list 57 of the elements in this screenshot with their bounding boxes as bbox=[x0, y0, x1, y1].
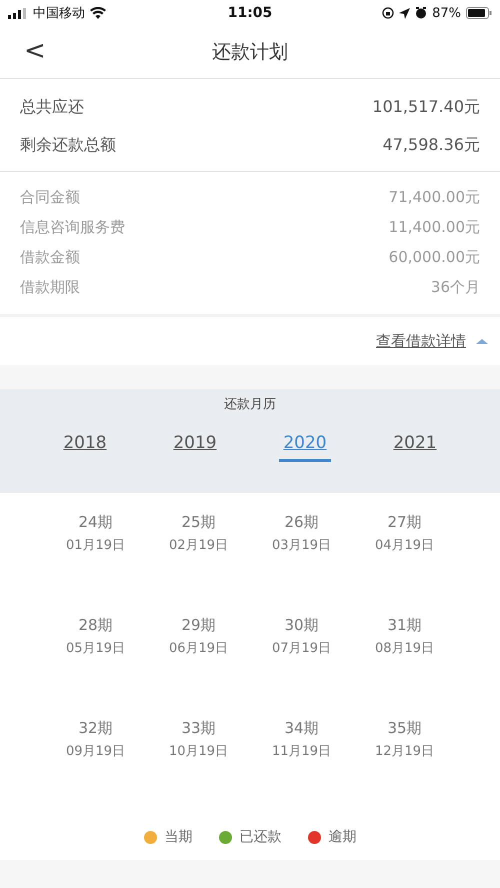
detail-value: 36个月 bbox=[430, 278, 480, 296]
signal-icon bbox=[8, 8, 28, 18]
detail-label: 合同金额 bbox=[20, 188, 80, 206]
summary-label: 剩余还款总额 bbox=[20, 134, 116, 156]
loan-details-link[interactable]: 查看借款详情 bbox=[376, 332, 466, 350]
detail-label: 借款期限 bbox=[20, 278, 80, 296]
detail-value: 11,400.00元 bbox=[388, 218, 480, 236]
legend-label: 当期 bbox=[164, 828, 192, 846]
year-tab[interactable]: 2021 bbox=[389, 431, 441, 462]
installment-date: 08月19日 bbox=[374, 640, 434, 657]
installment-period: 25期 bbox=[181, 513, 216, 532]
installment-period: 28期 bbox=[78, 616, 113, 635]
installment-period: 35期 bbox=[387, 719, 422, 738]
location-icon bbox=[399, 8, 410, 18]
installment-period: 29期 bbox=[181, 616, 216, 635]
installment-date: 04月19日 bbox=[374, 537, 434, 554]
year-tab[interactable]: 2020 bbox=[279, 431, 331, 462]
installment-period: 26期 bbox=[284, 513, 319, 532]
installment-date: 07月19日 bbox=[272, 640, 332, 657]
year-tab[interactable]: 2019 bbox=[169, 431, 221, 462]
alarm-icon bbox=[415, 7, 428, 19]
summary-value: 101,517.40元 bbox=[372, 96, 480, 118]
installment-date: 11月19日 bbox=[272, 743, 332, 760]
battery-icon bbox=[466, 7, 492, 19]
installment-period: 31期 bbox=[387, 616, 422, 635]
detail-value: 60,000.00元 bbox=[388, 248, 480, 266]
installment-period: 33期 bbox=[181, 719, 216, 738]
detail-label: 借款金额 bbox=[20, 248, 80, 266]
rotation-lock-icon bbox=[382, 7, 394, 19]
detail-value: 71,400.00元 bbox=[388, 188, 480, 206]
installment-date: 06月19日 bbox=[168, 640, 228, 657]
wifi-icon bbox=[90, 7, 106, 19]
installment-period: 30期 bbox=[284, 616, 319, 635]
legend-label: 逾期 bbox=[328, 828, 356, 846]
installment-date: 03月19日 bbox=[272, 537, 332, 554]
calendar-title: 还款月历 bbox=[224, 396, 276, 413]
battery-percent: 87% bbox=[432, 6, 461, 20]
page-title: 还款计划 bbox=[212, 40, 288, 65]
carrier-name: 中国移动 bbox=[33, 5, 85, 22]
legend-label: 已还款 bbox=[240, 828, 282, 846]
installment-period: 27期 bbox=[387, 513, 422, 532]
installment-period: 32期 bbox=[78, 719, 113, 738]
summary-label: 总共应还 bbox=[20, 96, 84, 118]
installment-date: 02月19日 bbox=[168, 537, 228, 554]
installment-date: 01月19日 bbox=[66, 537, 126, 554]
installment-date: 05月19日 bbox=[66, 640, 126, 657]
installment-period: 34期 bbox=[284, 719, 319, 738]
installment-date: 10月19日 bbox=[168, 743, 228, 760]
status-time: 11:05 bbox=[228, 5, 272, 21]
installment-date: 09月19日 bbox=[66, 743, 126, 760]
installment-period: 24期 bbox=[78, 513, 113, 532]
year-tab[interactable]: 2018 bbox=[59, 431, 111, 462]
installment-date: 12月19日 bbox=[374, 743, 434, 760]
detail-label: 信息咨询服务费 bbox=[20, 218, 125, 236]
summary-value: 47,598.36元 bbox=[382, 134, 480, 156]
back-button[interactable]: < bbox=[18, 36, 52, 66]
collapse-icon[interactable] bbox=[476, 338, 488, 344]
